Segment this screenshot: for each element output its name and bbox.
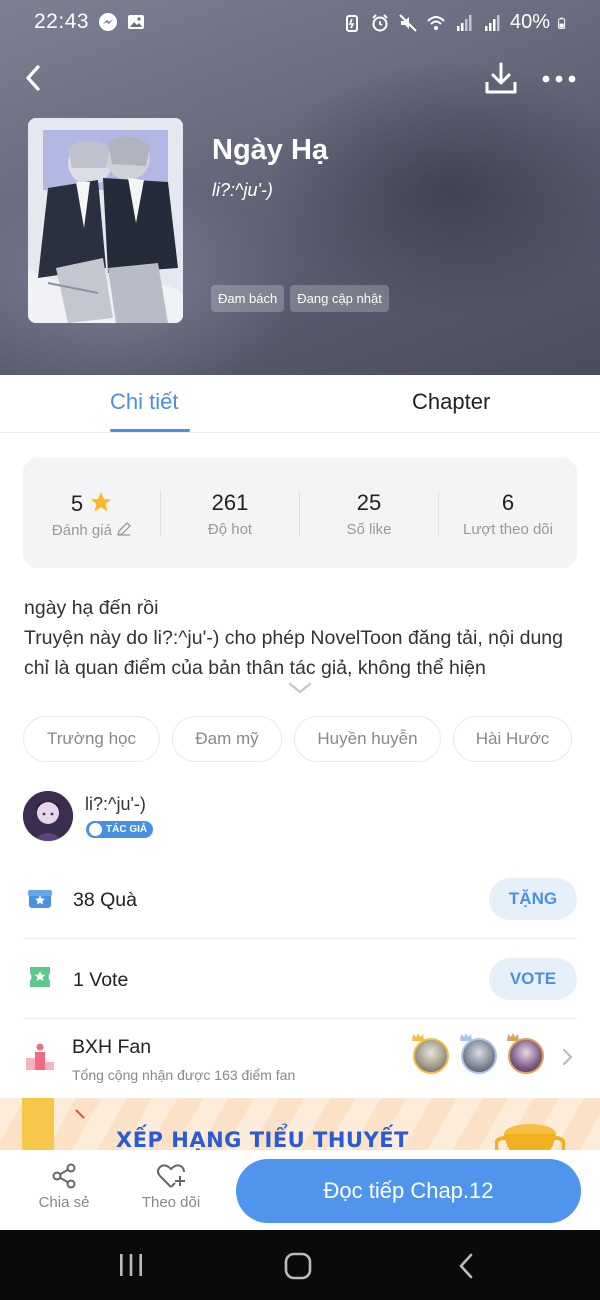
follow-label: Theo dõi [141,1194,201,1211]
share-button[interactable]: Chia sẻ [24,1162,104,1211]
author-badge: TÁC GIẢ [86,821,154,838]
recent-apps-icon[interactable] [116,1252,146,1278]
vote-row: 1 Vote VOTE [23,956,577,1002]
star-icon [91,492,112,512]
followers-label: Lượt theo dõi [463,521,553,538]
download-icon[interactable] [482,60,520,98]
hot-value: 261 [211,490,249,515]
signal-icon [456,14,472,31]
notification-icons [98,12,146,32]
tab-chapter[interactable]: Chapter [412,389,490,415]
mute-icon [399,13,417,32]
share-icon [52,1163,76,1189]
vote-button[interactable]: VOTE [489,958,577,1000]
follow-button[interactable]: Theo dõi [131,1162,211,1211]
continue-reading-button[interactable]: Đọc tiếp Chap.12 [236,1159,581,1223]
banner-decoration [22,1098,54,1150]
rating-label-row: Đánh giá [23,521,161,539]
edit-pencil-icon[interactable] [116,521,132,537]
genre-tag[interactable]: Huyền huyễn [294,716,441,762]
author-avatar[interactable] [23,791,73,841]
battery-saver-icon [345,14,358,32]
battery-icon [558,17,566,29]
fan-avatar[interactable] [413,1038,449,1074]
book-header: 22:43 40% Ngày Hạ li?:^ju'-) Đam bách Đa… [0,0,600,375]
bottom-action-bar: Chia sẻ Theo dõi Đọc tiếp Chap.12 [0,1150,600,1230]
stats-panel: 5 Đánh giá 261 Độ hot 25 Số like 6 Lượt … [23,458,577,568]
category-tag[interactable]: Đam bách [211,285,285,312]
gift-button[interactable]: TẶNG [489,878,577,920]
chevron-right-icon [562,1048,573,1066]
genre-tag[interactable]: Hài Hước [453,716,572,762]
book-description[interactable]: ngày hạ đến rồi Truyện này do li?:^ju'-)… [24,593,579,683]
share-label: Chia sẻ [38,1194,90,1211]
stat-likes: 25 Số like [300,458,438,568]
system-navigation-bar [0,1230,600,1300]
fan-ranking-subtitle: Tổng cộng nhận được 163 điểm fan [72,1067,296,1083]
book-status-tags: Đam bách Đang cập nhật [211,285,389,312]
signal-icon-2 [484,14,500,31]
vote-count: 1 Vote [73,969,129,991]
more-options-icon[interactable] [540,64,578,94]
battery-percent: 40% [509,11,550,33]
image-icon [128,15,144,29]
description-body: Truyện này do li?:^ju'-) cho phép NovelT… [24,627,563,679]
author-badge-icon [89,823,102,836]
update-status-tag: Đang cập nhật [290,285,389,312]
gift-count: 38 Quà [73,889,137,911]
podium-icon [26,1043,54,1070]
vote-ticket-icon [30,967,50,987]
genre-tags: Trường học Đam mỹ Huyền huyễn Hài Hước [23,716,572,762]
expand-chevron-icon[interactable] [287,680,313,696]
tab-detail[interactable]: Chi tiết [110,389,178,415]
rating-value-row: 5 [23,490,161,517]
alarm-icon [372,13,388,31]
divider [23,1018,577,1019]
book-cover-illustration [28,118,183,323]
crown-icon [460,1033,472,1041]
book-cover[interactable] [28,118,183,323]
novel-ranking-banner[interactable]: XẾP HẠNG TIỂU THUYẾT [0,1098,600,1150]
likes-value: 25 [356,490,382,515]
active-tab-indicator [110,429,190,432]
trophy-icon [495,1124,565,1150]
back-arrow-icon[interactable] [18,60,54,96]
genre-tag[interactable]: Đam mỹ [172,716,282,762]
book-author[interactable]: li?:^ju'-) [212,180,273,201]
crown-icon [507,1033,519,1041]
author-name[interactable]: li?:^ju'-) [85,794,146,815]
divider [23,938,577,939]
followers-value: 6 [501,490,515,515]
genre-tag[interactable]: Trường học [23,716,160,762]
messenger-icon [99,13,117,31]
status-bar: 22:43 40% [0,0,600,46]
stat-followers: 6 Lượt theo dõi [439,458,577,568]
gift-row: 38 Quà TẶNG [23,876,577,922]
rating-value: 5 [70,491,84,516]
header-background-blur [260,60,600,320]
fan-avatar[interactable] [508,1038,544,1074]
likes-label: Số like [346,521,392,538]
book-title: Ngày Hạ [212,134,329,166]
fan-ranking-title: BXH Fan [72,1036,152,1058]
hot-label: Độ hot [207,521,253,538]
tab-bar: Chi tiết Chapter [0,375,600,433]
rating-label: Đánh giá [51,522,112,539]
system-back-icon[interactable] [455,1252,479,1280]
fan-avatar[interactable] [461,1038,497,1074]
banner-sparkle [75,1109,85,1119]
author-badge-label: TÁC GIẢ [106,824,148,835]
banner-text: XẾP HẠNG TIỂU THUYẾT [116,1128,409,1150]
stat-rating[interactable]: 5 Đánh giá [23,458,161,568]
home-icon[interactable] [283,1252,313,1280]
status-time: 22:43 [34,10,90,33]
stat-hot: 261 Độ hot [161,458,299,568]
description-line: ngày hạ đến rồi [24,597,159,619]
status-right-icons: 40% [342,11,570,34]
heart-plus-icon [157,1164,185,1188]
wifi-icon [427,15,445,30]
gift-icon [28,890,52,908]
avatar-illustration [23,791,73,841]
crown-icon [412,1033,424,1041]
